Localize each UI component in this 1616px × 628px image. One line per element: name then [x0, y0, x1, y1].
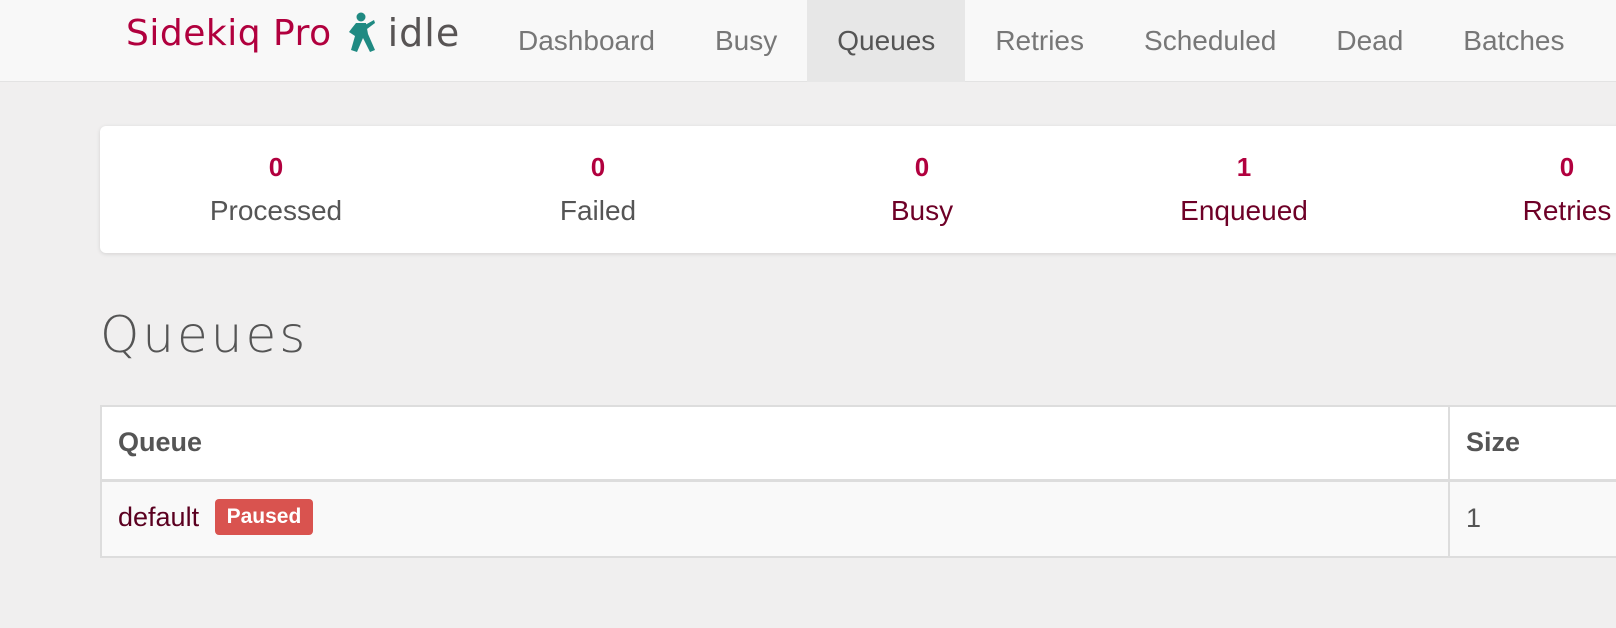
brand-link[interactable]: Sidekiq Pro idle: [126, 8, 460, 58]
stat-enqueued-link[interactable]: 1 Enqueued: [1084, 152, 1404, 228]
page-title: Queues: [100, 306, 309, 364]
stat-busy-link[interactable]: 0 Busy: [762, 152, 1082, 228]
stat-label: Busy: [890, 195, 954, 226]
table-row: default Paused 1: [100, 479, 1616, 558]
stat-label: Enqueued: [1180, 195, 1308, 226]
top-navbar: Sidekiq Pro idle Dashboard Busy Queues R…: [0, 0, 1616, 82]
queue-name-link[interactable]: default: [118, 502, 199, 532]
queues-table: Queue Size default Paused 1: [100, 405, 1616, 558]
stat-count: 0: [914, 152, 930, 182]
sidekiq-ninja-icon: [344, 12, 378, 54]
stat-label: Processed: [209, 195, 343, 226]
stat-retries-link[interactable]: 0 Retries: [1407, 152, 1616, 228]
stat-failed: 0 Failed: [438, 152, 758, 228]
main-nav: Dashboard Busy Queues Retries Scheduled …: [488, 0, 1594, 82]
nav-retries[interactable]: Retries: [965, 0, 1114, 82]
stat-processed: 0 Processed: [116, 152, 436, 228]
size-column-header: Size: [1448, 405, 1616, 482]
stat-count: 1: [1236, 152, 1252, 182]
nav-queues[interactable]: Queues: [807, 0, 966, 82]
table-header-row: Queue Size: [100, 405, 1616, 482]
nav-batches[interactable]: Batches: [1433, 0, 1594, 82]
nav-scheduled[interactable]: Scheduled: [1114, 0, 1306, 82]
nav-busy[interactable]: Busy: [685, 0, 807, 82]
summary-bar: 0 Processed 0 Failed 0 Busy 1 Enqueued 0…: [100, 126, 1616, 253]
stat-count: 0: [590, 152, 606, 182]
queue-size-cell: 1: [1448, 479, 1616, 558]
stat-count: 0: [1559, 152, 1575, 182]
status-label: idle: [387, 11, 461, 55]
stat-count: 0: [268, 152, 284, 182]
nav-dead[interactable]: Dead: [1306, 0, 1433, 82]
queue-column-header: Queue: [100, 405, 1450, 482]
nav-dashboard[interactable]: Dashboard: [488, 0, 685, 82]
paused-badge: Paused: [214, 498, 314, 535]
queue-cell: default Paused: [100, 479, 1450, 558]
brand-name: Sidekiq Pro: [126, 12, 332, 54]
stat-label: Retries: [1522, 195, 1612, 226]
stat-label: Failed: [559, 195, 637, 226]
